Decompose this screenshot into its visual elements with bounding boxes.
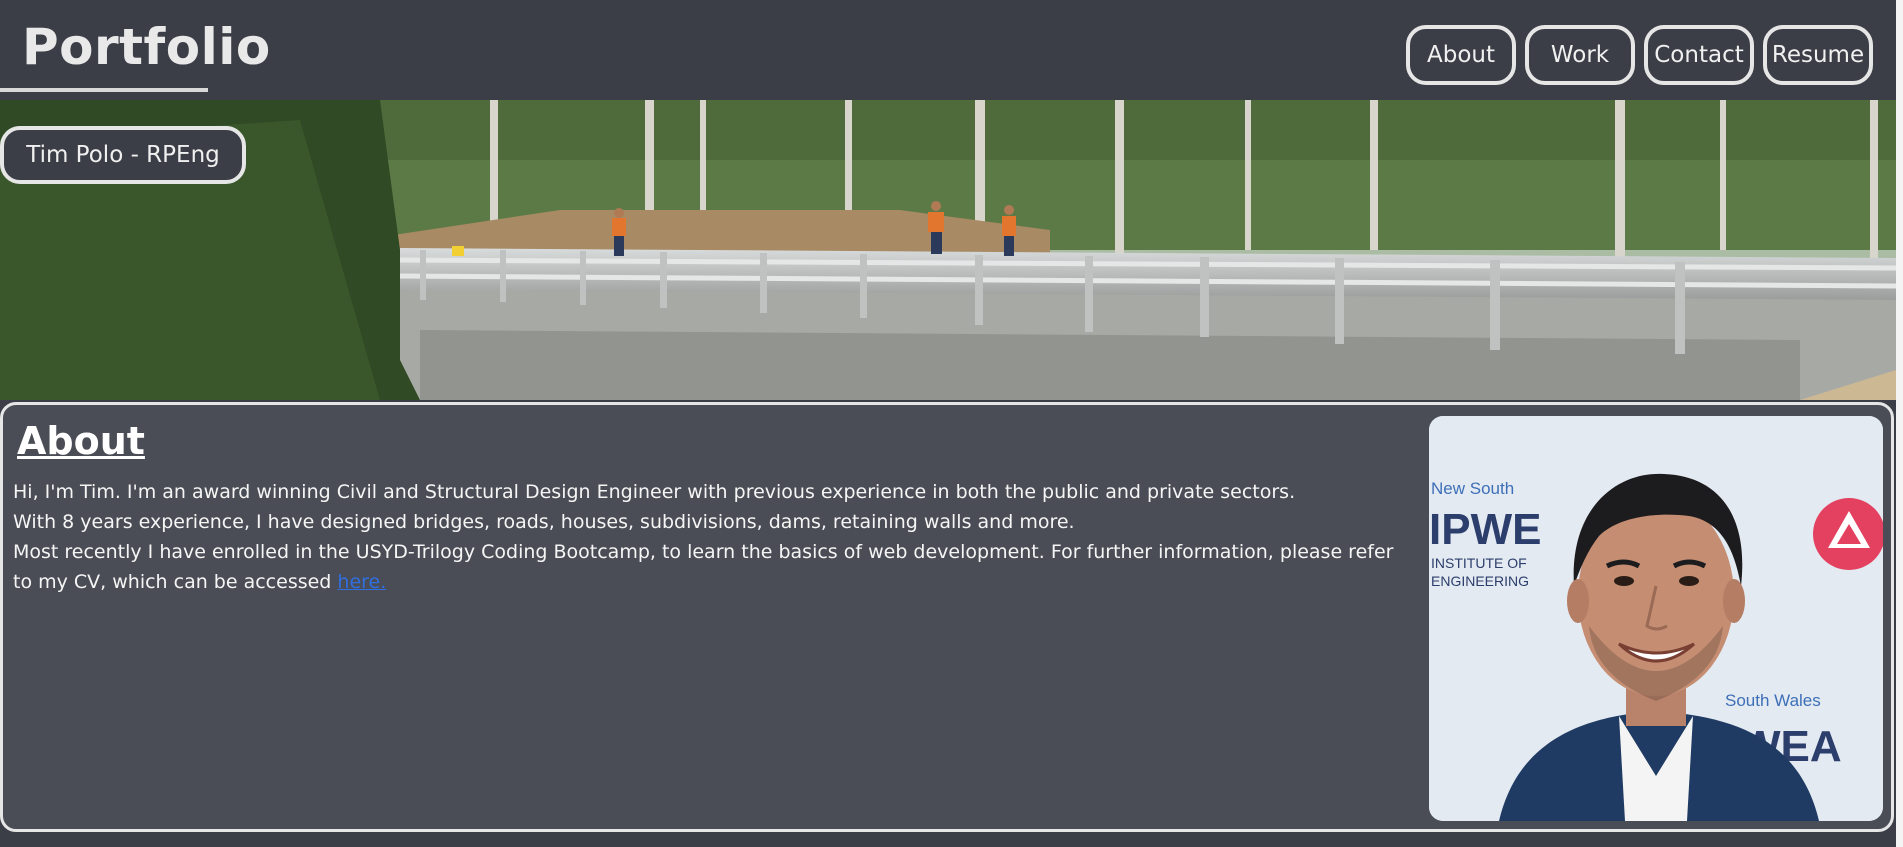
about-description: Hi, I'm Tim. I'm an award winning Civil … bbox=[13, 477, 1413, 597]
nav-work-button[interactable]: Work bbox=[1525, 25, 1635, 85]
hero-banner-image bbox=[0, 100, 1896, 400]
about-line-1: Hi, I'm Tim. I'm an award winning Civil … bbox=[13, 481, 1296, 503]
backdrop-text-1: New South bbox=[1431, 479, 1514, 498]
brand-underline bbox=[0, 88, 208, 92]
profile-photo: New South IPWE INSTITUTE OF ENGINEERING … bbox=[1429, 416, 1883, 821]
about-heading: About bbox=[17, 419, 145, 463]
main-nav: About Work Contact Resume bbox=[1406, 25, 1873, 85]
about-line-3-text: Most recently I have enrolled in the USY… bbox=[13, 541, 1394, 593]
backdrop-text-3: INSTITUTE OF bbox=[1431, 555, 1527, 571]
about-line-3: Most recently I have enrolled in the USY… bbox=[13, 537, 1413, 597]
cv-link[interactable]: here. bbox=[337, 571, 386, 593]
nav-about-button[interactable]: About bbox=[1406, 25, 1516, 85]
nav-resume-button[interactable]: Resume bbox=[1763, 25, 1873, 85]
backdrop-text-4: ENGINEERING bbox=[1431, 573, 1529, 589]
backdrop-text-2: IPWE bbox=[1429, 505, 1541, 554]
site-brand[interactable]: Portfolio bbox=[22, 18, 271, 76]
page-bottom-strip bbox=[0, 832, 1896, 847]
window-right-edge bbox=[1896, 0, 1903, 847]
about-section: About Hi, I'm Tim. I'm an award winning … bbox=[0, 402, 1894, 832]
name-badge: Tim Polo - RPEng bbox=[0, 126, 246, 184]
nav-contact-button[interactable]: Contact bbox=[1644, 25, 1754, 85]
site-header: Portfolio About Work Contact Resume bbox=[0, 0, 1903, 100]
about-line-2: With 8 years experience, I have designed… bbox=[13, 511, 1075, 533]
backdrop-text-5: South Wales bbox=[1725, 691, 1821, 710]
